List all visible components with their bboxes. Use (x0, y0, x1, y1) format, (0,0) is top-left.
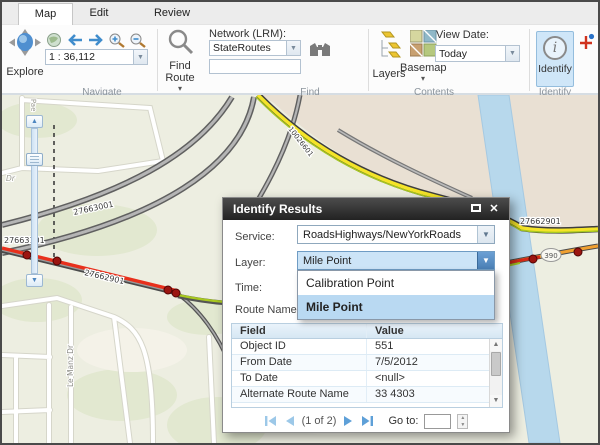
table-row: Alternate Route Name 33 4303 (232, 387, 502, 403)
ribbon: Explore 1 : 36,112 ▼ Navig (2, 25, 598, 95)
route-shield-label: 390 (544, 252, 557, 260)
scroll-thumb[interactable] (491, 352, 501, 376)
street-label: Dr (6, 174, 16, 183)
layer-label: Layer: (235, 257, 266, 269)
layer-dropdown-arrow[interactable]: ▼ (477, 252, 494, 269)
value-cell: 33 4303 (367, 387, 502, 402)
value-cell: 551 (367, 339, 502, 354)
table-row: From Date 7/5/2012 (232, 355, 502, 371)
street-label: Le Manz Dr (66, 344, 75, 387)
zoom-slider-down-button[interactable]: ▼ (26, 274, 43, 287)
binoculars-icon[interactable] (308, 41, 332, 58)
explore-compass-icon (7, 29, 43, 61)
zoom-slider-up-button[interactable]: ▲ (26, 115, 43, 128)
identify-route-tool-icon[interactable] (578, 33, 595, 50)
dialog-title: Identify Results (233, 202, 322, 216)
previous-page-icon[interactable] (283, 415, 296, 427)
dropdown-option-calibration-point[interactable]: Calibration Point (298, 271, 494, 295)
field-column-header: Field (232, 324, 367, 338)
identify-button[interactable]: i Identify (536, 31, 574, 87)
route-label: 27662901 (84, 268, 126, 286)
forward-arrow-icon[interactable] (87, 32, 105, 48)
find-route-label-1: Find (169, 60, 190, 72)
find-route-label-2: Route (165, 72, 194, 84)
ribbon-tab-bar: Map Edit Review (2, 2, 598, 25)
basemap-caret-icon: ▾ (400, 74, 446, 83)
app-window: Map Edit Review Explore (0, 0, 600, 445)
scale-dropdown-arrow[interactable]: ▼ (133, 50, 147, 64)
layer-combobox[interactable]: Mile Point ▼ (297, 251, 495, 270)
tab-map[interactable]: Map (18, 3, 73, 25)
identify-i-icon: i (543, 36, 567, 60)
page-indicator: (1 of 2) (302, 415, 337, 427)
scroll-up-icon[interactable]: ▲ (490, 339, 502, 351)
value-column-header: Value (367, 324, 502, 338)
pagination-bar: (1 of 2) Go to: ▲▼ (223, 412, 509, 430)
find-route-caret-icon: ▾ (157, 84, 203, 93)
service-combobox[interactable]: RoadsHighways/NewYorkRoads ▼ (297, 225, 495, 244)
goto-page-input[interactable] (424, 414, 451, 429)
zoom-in-icon[interactable] (108, 32, 126, 48)
layer-value: Mile Point (298, 255, 477, 267)
tab-edit[interactable]: Edit (73, 3, 125, 25)
identify-button-label: Identify (537, 63, 573, 75)
last-page-icon[interactable] (361, 415, 374, 427)
table-header: Field Value (232, 324, 502, 339)
identify-results-dialog: Identify Results ✕ Service: RoadsHighway… (222, 197, 510, 433)
view-date-label: View Date: (436, 29, 489, 41)
goto-label: Go to: (388, 415, 418, 427)
map-zoom-slider: ▲ ▼ (26, 115, 43, 287)
street-label: Pae (29, 99, 37, 112)
zoom-out-icon[interactable] (129, 32, 147, 48)
layer-dropdown-list: Calibration Point Mile Point (297, 270, 495, 320)
table-row: To Date <null> (232, 371, 502, 387)
field-cell: Object ID (232, 339, 367, 354)
field-cell: Alternate Route Name (232, 387, 367, 402)
service-value: RoadsHighways/NewYorkRoads (298, 229, 477, 241)
view-date-dropdown-arrow[interactable]: ▼ (505, 46, 519, 61)
zoom-slider-track[interactable] (31, 128, 38, 274)
close-icon[interactable]: ✕ (487, 202, 501, 216)
view-date-value: Today (436, 48, 505, 60)
dropdown-option-mile-point[interactable]: Mile Point (298, 295, 494, 319)
network-value: StateRoutes (210, 42, 286, 54)
value-cell: 7/5/2012 (367, 355, 502, 370)
scale-combobox[interactable]: 1 : 36,112 ▼ (45, 49, 148, 65)
first-page-icon[interactable] (264, 415, 277, 427)
tab-review[interactable]: Review (134, 3, 210, 25)
group-separator (529, 29, 530, 91)
service-label: Service: (235, 231, 275, 243)
service-dropdown-arrow[interactable]: ▼ (477, 226, 494, 243)
basemap-icon (410, 30, 437, 57)
network-combobox[interactable]: StateRoutes ▼ (209, 40, 301, 56)
route-name-label: Route Name: (235, 304, 300, 316)
globe-icon[interactable] (45, 32, 63, 48)
next-page-icon[interactable] (342, 415, 355, 427)
find-route-magnifier-icon (167, 28, 194, 55)
table-scrollbar[interactable]: ▲ ▼ (489, 339, 502, 407)
table-row: Object ID 551 (232, 339, 502, 355)
maximize-icon[interactable] (469, 202, 483, 216)
time-label: Time: (235, 282, 262, 294)
explore-label: Explore (6, 66, 44, 78)
route-input[interactable] (209, 59, 301, 74)
back-arrow-icon[interactable] (66, 32, 84, 48)
view-date-combobox[interactable]: Today ▼ (435, 45, 520, 62)
network-dropdown-arrow[interactable]: ▼ (286, 41, 300, 55)
attributes-table: Field Value Object ID 551 From Date 7/5/… (231, 323, 503, 408)
field-cell: From Date (232, 355, 367, 370)
value-cell: <null> (367, 371, 502, 386)
basemap-label: Basemap (400, 62, 446, 74)
scale-value: 1 : 36,112 (46, 51, 133, 63)
scroll-down-icon[interactable]: ▼ (490, 395, 502, 407)
field-cell: To Date (232, 371, 367, 386)
explore-button[interactable]: Explore (6, 29, 44, 78)
network-lrm-label: Network (LRM): (209, 28, 286, 40)
dialog-title-bar[interactable]: Identify Results ✕ (223, 198, 509, 220)
route-label: 27662901 (520, 217, 561, 226)
zoom-slider-handle[interactable] (26, 153, 43, 166)
find-route-button[interactable]: Find Route ▾ (157, 28, 203, 93)
goto-spinner[interactable]: ▲▼ (457, 414, 468, 429)
group-separator (368, 29, 369, 91)
